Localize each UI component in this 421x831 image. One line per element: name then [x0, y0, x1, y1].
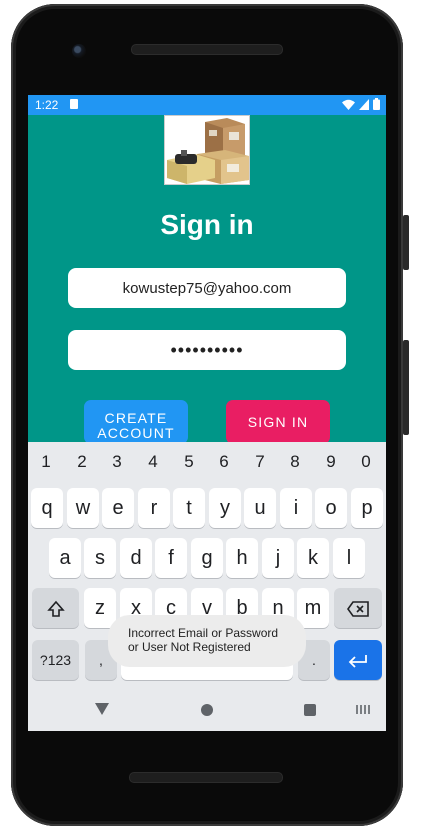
- symbols-key[interactable]: ?123: [32, 640, 79, 680]
- key-w[interactable]: w: [67, 488, 99, 528]
- sign-in-button[interactable]: SIGN IN: [226, 400, 330, 444]
- soft-keyboard: 1 2 3 4 5 6 7 8 9 0 q w e r t y u i o p …: [28, 442, 386, 731]
- toast-line-1: Incorrect Email or Password: [128, 626, 279, 640]
- error-toast: Incorrect Email or Password or User Not …: [108, 615, 306, 667]
- key-3[interactable]: 3: [100, 452, 134, 472]
- key-1[interactable]: 1: [29, 452, 63, 472]
- key-7[interactable]: 7: [243, 452, 277, 472]
- key-a[interactable]: a: [49, 538, 81, 578]
- bottom-speaker: [129, 772, 283, 783]
- backspace-icon: [347, 601, 369, 618]
- key-9[interactable]: 9: [314, 452, 348, 472]
- page-title: Sign in: [160, 209, 254, 240]
- password-value: ••••••••••: [170, 339, 244, 360]
- key-g[interactable]: g: [191, 538, 223, 578]
- volume-button: [403, 340, 409, 435]
- create-account-button[interactable]: CREATE ACCOUNT: [84, 400, 188, 444]
- back-icon[interactable]: [95, 703, 109, 715]
- sign-in-label: SIGN IN: [247, 414, 309, 430]
- navigation-bar: [28, 695, 386, 725]
- key-2[interactable]: 2: [65, 452, 99, 472]
- password-field[interactable]: ••••••••••: [68, 330, 346, 370]
- app-screen: 1:22 Sign in kowustep75@yahoo.com ••••••…: [28, 95, 386, 731]
- key-j[interactable]: j: [262, 538, 294, 578]
- email-value: kowustep75@yahoo.com: [122, 279, 292, 297]
- shift-key[interactable]: [32, 588, 79, 628]
- key-q[interactable]: q: [31, 488, 63, 528]
- app-logo: [164, 115, 250, 185]
- key-k[interactable]: k: [297, 538, 329, 578]
- power-button: [403, 215, 409, 270]
- number-row: 1 2 3 4 5 6 7 8 9 0: [28, 448, 386, 474]
- home-icon[interactable]: [201, 704, 213, 716]
- wifi-icon: [342, 99, 355, 110]
- key-h[interactable]: h: [226, 538, 258, 578]
- status-time: 1:22: [35, 98, 59, 112]
- keyboard-switch-icon[interactable]: [356, 705, 370, 714]
- key-l[interactable]: l: [333, 538, 365, 578]
- key-0[interactable]: 0: [349, 452, 383, 472]
- key-u[interactable]: u: [244, 488, 276, 528]
- front-camera: [72, 44, 86, 58]
- key-6[interactable]: 6: [207, 452, 241, 472]
- backspace-key[interactable]: [334, 588, 382, 628]
- key-m[interactable]: m: [297, 588, 329, 628]
- key-r[interactable]: r: [138, 488, 170, 528]
- shift-icon: [46, 601, 65, 618]
- earpiece-speaker: [131, 44, 283, 55]
- key-y[interactable]: y: [209, 488, 241, 528]
- packing-boxes-logo: [167, 118, 249, 184]
- key-f[interactable]: f: [155, 538, 187, 578]
- toast-line-2: or User Not Registered: [128, 640, 251, 654]
- key-e[interactable]: e: [102, 488, 134, 528]
- recents-icon[interactable]: [304, 704, 316, 716]
- key-z[interactable]: z: [84, 588, 116, 628]
- key-5[interactable]: 5: [172, 452, 206, 472]
- signal-icon: [359, 98, 369, 110]
- key-p[interactable]: p: [351, 488, 383, 528]
- key-o[interactable]: o: [315, 488, 347, 528]
- key-4[interactable]: 4: [136, 452, 170, 472]
- key-i[interactable]: i: [280, 488, 312, 528]
- enter-key[interactable]: [334, 640, 382, 680]
- battery-icon: [373, 98, 380, 110]
- sd-card-icon: [70, 99, 78, 109]
- key-d[interactable]: d: [120, 538, 152, 578]
- email-field[interactable]: kowustep75@yahoo.com: [68, 268, 346, 308]
- key-t[interactable]: t: [173, 488, 205, 528]
- status-bar: 1:22: [28, 95, 386, 115]
- key-8[interactable]: 8: [278, 452, 312, 472]
- key-s[interactable]: s: [84, 538, 116, 578]
- create-account-label: CREATE ACCOUNT: [97, 410, 175, 441]
- enter-icon: [348, 654, 367, 668]
